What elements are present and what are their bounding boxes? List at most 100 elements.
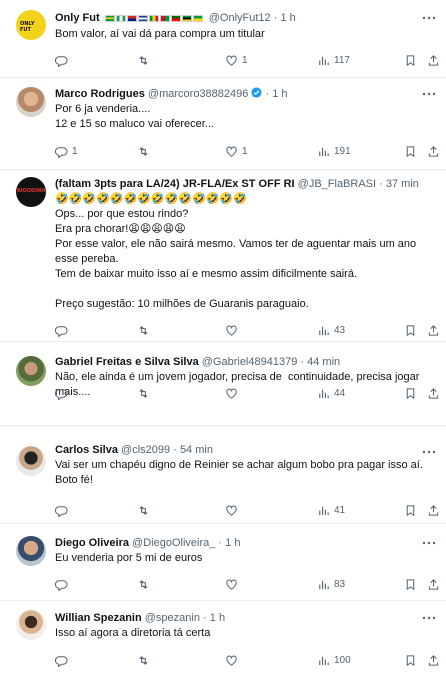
action-bar: 1 1 191 (55, 144, 439, 158)
like-icon (226, 146, 237, 157)
flag-emojis (104, 12, 204, 27)
author-name[interactable]: Gabriel Freitas e Silva Silva (55, 356, 199, 368)
like-button[interactable] (225, 323, 242, 337)
avatar[interactable] (16, 446, 46, 476)
views-icon (319, 56, 329, 65)
author-handle[interactable]: @marcoro38882496 (148, 88, 248, 100)
reply-button[interactable] (55, 653, 72, 667)
retweet-icon (139, 55, 148, 65)
like-button[interactable] (225, 386, 242, 400)
author-handle[interactable]: @spezanin (145, 612, 200, 624)
bookmark-button[interactable] (404, 144, 417, 158)
reply-button[interactable]: 1 (55, 144, 78, 158)
bookmark-button[interactable] (404, 53, 417, 67)
bookmark-button[interactable] (404, 386, 417, 400)
views-icon (319, 326, 329, 335)
bookmark-button[interactable] (404, 653, 417, 667)
bookmark-button[interactable] (404, 577, 417, 591)
reply-button[interactable] (55, 386, 72, 400)
timestamp[interactable]: 44 min (307, 356, 340, 368)
reply-tweet[interactable]: Gabriel Freitas e Silva Silva @Gabriel48… (0, 342, 446, 426)
retweet-button[interactable] (137, 144, 154, 158)
views-button[interactable]: 44 (317, 386, 345, 400)
share-button[interactable] (427, 144, 440, 158)
like-button[interactable] (225, 577, 242, 591)
share-icon (428, 387, 439, 399)
retweet-button[interactable] (137, 503, 154, 517)
bookmark-button[interactable] (404, 323, 417, 337)
author-name[interactable]: Only Fut (55, 12, 100, 24)
reply-tweet[interactable]: Willian Spezanin @spezanin · 1 h Isso aí… (0, 601, 446, 678)
author-name[interactable]: Marco Rodrigues (55, 88, 145, 100)
more-icon[interactable] (422, 449, 436, 455)
like-button[interactable]: 1 (225, 144, 248, 158)
author-name[interactable]: Carlos Silva (55, 444, 118, 456)
author-name[interactable]: (faltam 3pts para LA/24) JR-FLA/Ex ST OF… (55, 178, 295, 190)
like-button[interactable] (225, 653, 242, 667)
avatar[interactable] (16, 177, 46, 207)
share-button[interactable] (427, 386, 440, 400)
author-name[interactable]: Diego Oliveira (55, 537, 129, 549)
reply-tweet[interactable]: (faltam 3pts para LA/24) JR-FLA/Ex ST OF… (0, 170, 446, 342)
retweet-button[interactable] (137, 53, 154, 67)
author-name[interactable]: Willian Spezanin (55, 612, 142, 624)
share-button[interactable] (427, 53, 440, 67)
reply-tweet[interactable]: Only Fut @OnlyFut12 · 1 h Bom valor, aí … (0, 0, 446, 78)
more-icon[interactable] (422, 615, 436, 621)
author-handle[interactable]: @OnlyFut12 (209, 12, 271, 24)
reply-tweet[interactable]: Marco Rodrigues @marcoro38882496 · 1 h P… (0, 78, 446, 170)
separator-dot: · (218, 537, 223, 549)
like-icon (226, 579, 237, 590)
views-button[interactable]: 41 (317, 503, 345, 517)
views-icon (319, 656, 329, 665)
reply-button[interactable] (55, 53, 72, 67)
reply-button[interactable] (55, 503, 72, 517)
tweet-text: Bom valor, aí vai dá para compra um titu… (55, 28, 265, 40)
reply-icon (55, 655, 68, 667)
views-button[interactable]: 191 (317, 144, 351, 158)
like-icon (226, 505, 237, 516)
views-button[interactable]: 43 (317, 323, 345, 337)
timestamp[interactable]: 1 h (225, 537, 240, 549)
retweet-button[interactable] (137, 653, 154, 667)
more-icon[interactable] (422, 540, 436, 546)
timestamp[interactable]: 54 min (180, 444, 213, 456)
bookmark-button[interactable] (404, 503, 417, 517)
avatar[interactable] (16, 10, 46, 40)
like-button[interactable] (225, 503, 242, 517)
more-icon[interactable] (422, 91, 436, 97)
views-count: 117 (334, 54, 350, 66)
avatar[interactable] (16, 536, 46, 566)
more-icon[interactable] (422, 15, 436, 21)
avatar[interactable] (16, 610, 46, 640)
author-handle[interactable]: @DiegoOliveira_ (132, 537, 215, 549)
reply-button[interactable] (55, 577, 72, 591)
timestamp[interactable]: 37 min (386, 178, 419, 190)
retweet-button[interactable] (137, 577, 154, 591)
reply-icon (55, 55, 68, 67)
author-handle[interactable]: @Gabriel48941379 (202, 356, 298, 368)
like-button[interactable]: 1 (225, 53, 248, 67)
reply-button[interactable] (55, 323, 72, 337)
share-button[interactable] (427, 653, 440, 667)
retweet-button[interactable] (137, 386, 154, 400)
share-button[interactable] (427, 503, 440, 517)
bookmark-icon (406, 54, 415, 66)
views-button[interactable]: 117 (317, 53, 350, 67)
like-icon (226, 55, 237, 66)
avatar[interactable] (16, 356, 46, 386)
retweet-button[interactable] (137, 323, 154, 337)
reply-tweet[interactable]: Carlos Silva @cls2099 · 54 min Vai ser u… (0, 426, 446, 524)
timestamp[interactable]: 1 h (210, 612, 225, 624)
share-button[interactable] (427, 577, 440, 591)
author-handle[interactable]: @cls2099 (121, 444, 170, 456)
timestamp[interactable]: 1 h (272, 88, 287, 100)
share-button[interactable] (427, 323, 440, 337)
views-button[interactable]: 100 (317, 653, 351, 667)
author-handle[interactable]: @JB_FlaBRASI (298, 178, 376, 190)
reply-tweet[interactable]: Diego Oliveira @DiegoOliveira_ · 1 h Eu … (0, 524, 446, 601)
avatar[interactable] (16, 87, 46, 117)
views-button[interactable]: 83 (317, 577, 345, 591)
views-count: 83 (334, 578, 346, 590)
timestamp[interactable]: 1 h (280, 12, 295, 24)
